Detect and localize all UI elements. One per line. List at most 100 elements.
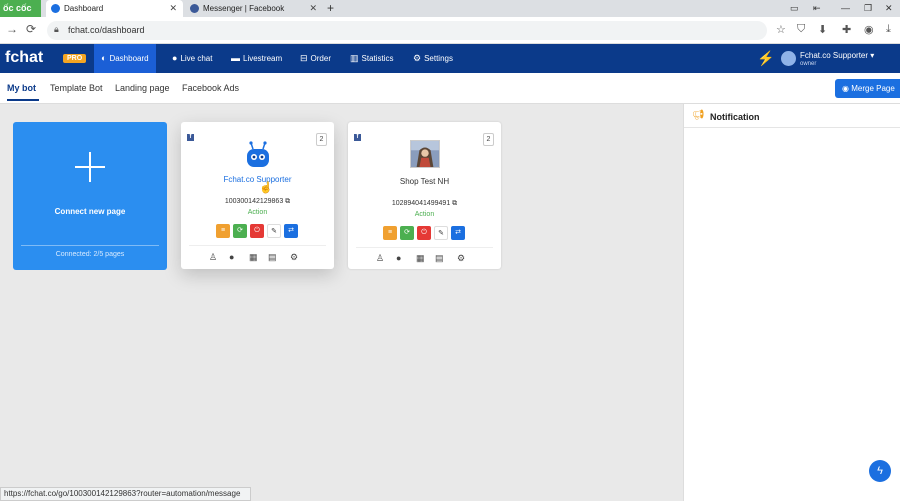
tab-landing-page[interactable]: Landing page bbox=[115, 83, 170, 93]
edit-button[interactable]: ✎ bbox=[267, 224, 281, 238]
nav-settings[interactable]: ⚙ Settings bbox=[406, 44, 460, 73]
user-icon[interactable]: ♙ bbox=[209, 252, 217, 263]
user-icon[interactable]: ♙ bbox=[376, 253, 384, 264]
close-window-icon[interactable]: ✕ bbox=[885, 0, 893, 17]
reload-icon[interactable]: ⟳ bbox=[26, 22, 36, 36]
transfer-button[interactable]: ⇄ bbox=[451, 226, 465, 240]
page-id: 102894041499491 ⧉ bbox=[348, 200, 501, 208]
nav-label: Live chat bbox=[180, 54, 213, 63]
forward-icon[interactable]: → bbox=[6, 22, 18, 36]
messenger-icon[interactable]: ● bbox=[396, 253, 401, 263]
user-name-text: Fchat.co Supporter bbox=[800, 51, 869, 60]
chevron-down-icon: ▾ bbox=[870, 51, 875, 60]
divider bbox=[21, 245, 159, 246]
page-card[interactable]: f 2 Fchat.co Supporter 100300142129863 ⧉… bbox=[181, 122, 334, 269]
robot-icon bbox=[247, 141, 269, 167]
divider bbox=[356, 247, 493, 248]
menu-button[interactable]: ≡ bbox=[383, 226, 397, 240]
page-name[interactable]: Shop Test NH bbox=[348, 177, 501, 186]
download-ext-icon[interactable]: ⬇ bbox=[818, 23, 827, 36]
copy-icon[interactable]: ⧉ bbox=[285, 198, 290, 205]
merge-label: Merge Page bbox=[851, 84, 895, 93]
page-id: 100300142129863 ⧉ bbox=[181, 198, 334, 206]
tab-dashboard[interactable]: Dashboard ✕ bbox=[46, 0, 183, 17]
menu-button[interactable]: ≡ bbox=[216, 224, 230, 238]
nav-label: Settings bbox=[424, 54, 453, 63]
address-bar: → ⟳ 🔒︎ fchat.co/dashboard ☆ ⛉ ⬇ ✚ ◉ ⤓ bbox=[0, 17, 900, 44]
copy-icon[interactable]: ⧉ bbox=[452, 200, 457, 207]
nav-livestream[interactable]: ▬ Livestream bbox=[224, 44, 289, 73]
fchat-logo[interactable]: fchat bbox=[5, 49, 43, 67]
minimize-icon[interactable]: — bbox=[841, 0, 850, 17]
bar-chart-icon: ▥ bbox=[350, 53, 359, 63]
tab-search-icon[interactable]: ▭ bbox=[790, 0, 799, 17]
subtab-bar: My bot Template Bot Landing page Faceboo… bbox=[0, 73, 900, 104]
downloads-icon[interactable]: ⤓ bbox=[886, 23, 891, 36]
refresh-button[interactable]: ⟳ bbox=[400, 226, 414, 240]
transfer-button[interactable]: ⇄ bbox=[284, 224, 298, 238]
profile-icon[interactable]: ◉ bbox=[864, 23, 874, 36]
page-card[interactable]: f 2 Shop Test NH 102894041499491 ⧉ Actio… bbox=[348, 122, 501, 269]
nav-order[interactable]: ⊟ Order bbox=[293, 44, 338, 73]
notification-panel: 📢︎ Notification bbox=[683, 104, 900, 501]
page-name-link[interactable]: Fchat.co Supporter bbox=[181, 175, 334, 184]
tab-facebook-ads[interactable]: Facebook Ads bbox=[182, 83, 239, 93]
messenger-icon: ϟ bbox=[877, 465, 883, 477]
connected-count: Connected: 2/5 pages bbox=[55, 251, 125, 258]
close-icon[interactable]: ✕ bbox=[169, 0, 177, 17]
user-role: owner bbox=[800, 61, 817, 67]
merge-page-button[interactable]: ◉ Merge Page bbox=[835, 79, 900, 98]
facebook-favicon-icon bbox=[190, 4, 199, 13]
pro-badge: PRO bbox=[63, 54, 87, 63]
connect-label: Connect new page bbox=[54, 207, 126, 216]
cart-icon: ⊟ bbox=[300, 53, 308, 63]
bot-count-badge[interactable]: 2 bbox=[483, 133, 494, 146]
avatar[interactable] bbox=[781, 51, 796, 66]
connect-new-page-card[interactable]: Connect new page Connected: 2/5 pages bbox=[13, 122, 167, 270]
nav-label: Livestream bbox=[243, 54, 283, 63]
restore-icon[interactable]: ❐ bbox=[864, 0, 872, 17]
browser-window-icon[interactable]: ▤ bbox=[435, 253, 444, 264]
dashboard-icon: ◐ bbox=[101, 53, 107, 63]
tab-template-bot[interactable]: Template Bot bbox=[50, 83, 103, 93]
tab-my-bot[interactable]: My bot bbox=[7, 83, 36, 93]
close-icon[interactable]: ✕ bbox=[309, 0, 317, 17]
new-tab-button[interactable]: + bbox=[327, 0, 334, 16]
tab-title: Dashboard bbox=[64, 4, 104, 13]
shield-icon[interactable]: ⛉ bbox=[797, 23, 805, 36]
action-buttons: ≡ ⟳ ⏻ ✎ ⇄ bbox=[216, 224, 306, 239]
messenger-icon: ◉ bbox=[842, 84, 849, 93]
settings-icon[interactable]: ⚙ bbox=[457, 253, 465, 264]
plus-icon bbox=[75, 152, 105, 182]
notification-title: Notification bbox=[710, 112, 760, 122]
nav-label: Dashboard bbox=[109, 54, 149, 63]
qr-code-icon[interactable]: ▦ bbox=[416, 253, 425, 264]
fchat-favicon-icon bbox=[51, 4, 60, 13]
messenger-icon[interactable]: ● bbox=[229, 252, 234, 262]
nav-dashboard[interactable]: ◐ Dashboard bbox=[94, 44, 156, 73]
settings-icon[interactable]: ⚙ bbox=[290, 252, 298, 263]
edit-button[interactable]: ✎ bbox=[434, 226, 448, 240]
extensions-icon[interactable]: ✚ bbox=[842, 23, 851, 36]
bot-count-badge[interactable]: 2 bbox=[316, 133, 327, 146]
power-button[interactable]: ⏻ bbox=[250, 224, 264, 238]
qr-code-icon[interactable]: ▦ bbox=[249, 252, 258, 263]
browser-brand[interactable]: ốc cốc bbox=[0, 0, 41, 17]
power-button[interactable]: ⏻ bbox=[417, 226, 431, 240]
messenger-chat-button[interactable]: ϟ bbox=[869, 460, 891, 482]
browser-window-icon[interactable]: ▤ bbox=[268, 252, 277, 263]
user-name[interactable]: Fchat.co Supporter ▾ bbox=[800, 51, 874, 60]
url-field[interactable]: 🔒︎ fchat.co/dashboard bbox=[47, 21, 767, 40]
refresh-button[interactable]: ⟳ bbox=[233, 224, 247, 238]
nav-statistics[interactable]: ▥ Statistics bbox=[343, 44, 401, 73]
back-history-icon[interactable]: ⇤ bbox=[813, 0, 821, 17]
action-label: Action bbox=[247, 209, 268, 216]
action-buttons: ≡ ⟳ ⏻ ✎ ⇄ bbox=[383, 226, 473, 241]
page-id-text: 102894041499491 bbox=[391, 200, 451, 207]
notification-bolt-icon[interactable]: ⚡ bbox=[757, 50, 774, 67]
video-icon: ▬ bbox=[231, 53, 240, 63]
nav-live-chat[interactable]: ● Live chat bbox=[165, 44, 219, 73]
megaphone-icon: 📢︎ bbox=[692, 110, 705, 121]
star-icon[interactable]: ☆ bbox=[776, 23, 786, 36]
tab-messenger[interactable]: Messenger | Facebook ✕ bbox=[185, 0, 323, 17]
